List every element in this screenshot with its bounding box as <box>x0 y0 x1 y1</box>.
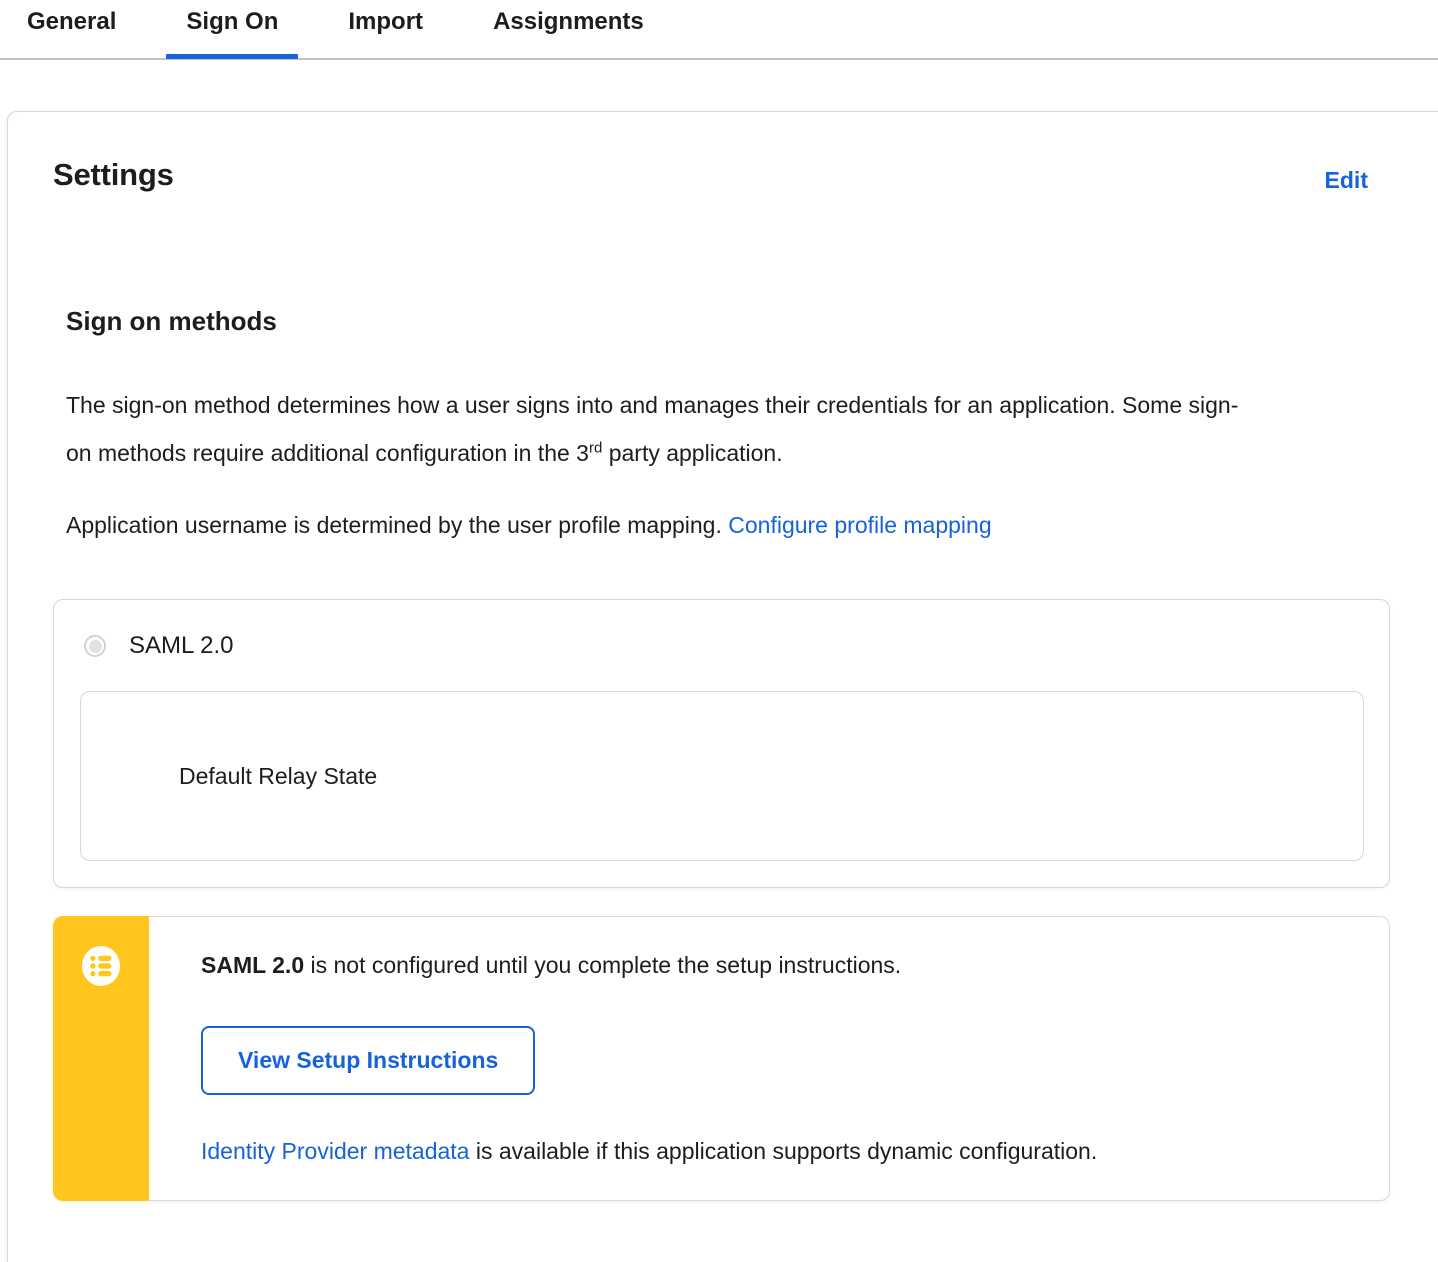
callout-accent-bar <box>53 916 149 1201</box>
app-tabbar: General Sign On Import Assignments <box>0 0 1438 60</box>
default-relay-state-box: Default Relay State <box>80 691 1364 861</box>
settings-card: Settings Edit Sign on methods The sign-o… <box>7 111 1438 1262</box>
saml-radio-label[interactable]: SAML 2.0 <box>129 632 234 660</box>
callout-message-bold: SAML 2.0 <box>201 952 305 978</box>
callout-body: SAML 2.0 is not configured until you com… <box>149 916 1390 1201</box>
metadata-line: Identity Provider metadata is available … <box>201 1136 1349 1166</box>
view-setup-instructions-button[interactable]: View Setup Instructions <box>201 1026 536 1095</box>
description-text-2: party application. <box>602 440 783 466</box>
profile-mapping-line: Application username is determined by th… <box>66 501 1390 549</box>
description-superscript: rd <box>588 439 603 457</box>
setup-instructions-list-icon <box>81 945 121 987</box>
default-relay-state-label: Default Relay State <box>179 762 378 789</box>
callout-message: SAML 2.0 is not configured until you com… <box>201 950 1349 980</box>
configure-profile-mapping-link[interactable]: Configure profile mapping <box>728 512 991 538</box>
saml-radio-row: SAML 2.0 <box>84 632 1364 660</box>
metadata-text-rest: is available if this application support… <box>469 1138 1098 1164</box>
profile-mapping-text: Application username is determined by th… <box>66 512 729 538</box>
settings-card-header: Settings Edit <box>53 157 1390 194</box>
tab-import[interactable]: Import <box>328 0 443 56</box>
identity-provider-metadata-link[interactable]: Identity Provider metadata <box>201 1138 469 1164</box>
tab-general[interactable]: General <box>7 0 136 56</box>
saml-radio-button[interactable] <box>84 635 106 657</box>
sign-on-method-description: The sign-on method determines how a user… <box>66 381 1251 477</box>
tab-assignments[interactable]: Assignments <box>473 0 664 56</box>
saml-method-box: SAML 2.0 Default Relay State <box>53 599 1390 888</box>
tab-sign-on[interactable]: Sign On <box>166 0 299 59</box>
saml-radio-dot <box>88 639 102 653</box>
edit-settings-link[interactable]: Edit <box>1325 167 1368 194</box>
callout-message-rest: is not configured until you complete the… <box>304 952 902 978</box>
settings-title: Settings <box>53 157 174 192</box>
sign-on-methods-heading: Sign on methods <box>66 306 277 336</box>
saml-setup-callout: SAML 2.0 is not configured until you com… <box>53 916 1390 1201</box>
